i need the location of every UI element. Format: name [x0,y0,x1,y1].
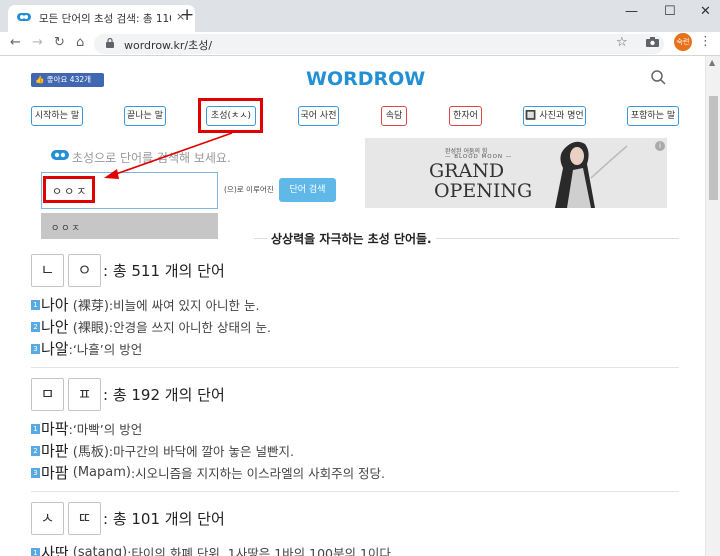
entry-definition: :‘마빡’의 방언 [68,422,143,437]
nav-dictionary[interactable]: 국어 사전 [298,106,339,126]
search-hint: 초성으로 단어를 검색해 보세요. [72,151,231,165]
facebook-like-button[interactable]: 👍 좋아요 432개 [31,73,104,87]
ad-text-opening: OPENING [434,180,533,202]
browser-tab[interactable]: 모든 단어의 초성 검색: 총 110만 × [8,5,195,32]
nav-photo-quotes[interactable]: 🔲 사진과 명언 [523,106,586,126]
address-bar[interactable]: wordrow.kr/초성/ ☆ [94,34,664,54]
back-icon[interactable]: ← [10,35,21,51]
entry-definition: :타이의 화폐 단위. 1사땅은 1바의 100분의 1이다. [127,546,395,556]
nav-highlight-box [198,98,263,133]
scrollbar-thumb[interactable] [709,96,718,200]
section-title: 상상력을 자극하는 초성 단어들. [267,230,436,247]
list-item[interactable]: 1 나아 (裸芽):비늘에 싸여 있지 아니한 눈. [31,294,259,315]
ad-text-grand: GRAND [429,160,505,182]
wordrow-logo[interactable]: WORDROW [306,67,425,91]
suggestion-text: ㅇㅇㅈ [51,224,82,234]
camera-icon[interactable] [646,37,659,47]
menu-kebab-icon[interactable]: ⋮ [699,34,712,49]
reload-icon[interactable]: ↻ [54,35,65,51]
nav-starts-with[interactable]: 시작하는 말 [31,106,83,126]
bookmark-star-icon[interactable]: ☆ [616,35,628,50]
entry-word: 마판 [41,442,69,460]
tab-title: 모든 단어의 초성 검색: 총 110만 [39,13,171,25]
item-number: 3 [31,343,40,354]
entry-origin: (馬板) [68,445,109,460]
entry-definition: :안경을 쓰지 아니한 상태의 눈. [108,320,271,335]
browser-tabbar: 모든 단어의 초성 검색: 총 110만 × + — ☐ ✕ [0,0,720,32]
word-count: : 총 511 개의 단어 [103,262,225,280]
list-item[interactable]: 1 마팍:‘마빡’의 방언 [31,418,142,439]
search-icon[interactable] [651,70,666,85]
entry-word: 사딴 [41,544,69,556]
page-content: 👍 좋아요 432개 WORDROW 시작하는 말 끝나는 말 초성(ㅊㅅ) 국… [0,56,705,556]
scroll-up-icon[interactable]: ▲ [709,58,715,67]
nav-hanja[interactable]: 한자어 [449,106,482,126]
chosung-key[interactable]: ㅇ [68,254,101,287]
chosung-key[interactable]: ㅁ [31,378,64,411]
chosung-key[interactable]: ㅅ [31,502,64,535]
lock-icon [106,38,114,48]
speech-bubble-icon [51,150,69,160]
url-text: wordrow.kr/초성/ [124,39,213,52]
group-divider [31,367,679,368]
logo-text: WORDROW [306,68,426,90]
chosung-key[interactable]: ㅍ [68,378,101,411]
close-window-icon[interactable]: ✕ [700,4,711,19]
minimize-icon[interactable]: — [625,4,638,19]
item-number: 1 [31,299,40,310]
entry-word: 나아 [41,296,69,314]
entry-word: 마팍 [41,420,69,438]
forward-icon[interactable]: → [32,35,43,51]
list-item[interactable]: 3 나알:‘나흘’의 방언 [31,338,142,359]
entry-origin: (satang) [68,545,128,556]
profile-avatar[interactable]: 숙련 [674,33,692,51]
entry-definition: :‘나흘’의 방언 [68,342,143,357]
word-search-button[interactable]: 단어 검색 [279,178,336,202]
list-item[interactable]: 2 나안 (裸眼):안경을 쓰지 아니한 상태의 눈. [31,316,271,337]
word-count: : 총 101 개의 단어 [103,510,225,528]
item-number: 1 [31,423,40,434]
group-divider [31,491,679,492]
nav-ends-with[interactable]: 끝나는 말 [124,106,166,126]
new-tab-icon[interactable]: + [180,7,194,24]
autocomplete-suggestion[interactable]: ㅇㅇㅈ [41,213,218,239]
entry-origin: (Mapam) [68,465,131,480]
item-number: 2 [31,445,40,456]
entry-word: 나알 [41,340,69,358]
entry-word: 마팜 [41,464,69,482]
item-number: 1 [31,547,40,556]
item-number: 3 [31,467,40,478]
wordrow-favicon-icon [17,13,31,21]
entry-definition: :마구간의 바닥에 깔아 놓은 널빤지. [108,444,294,459]
list-item[interactable]: 3 마팜 (Mapam):시오니즘을 지지하는 이스라엘의 사회주의 정당. [31,462,385,483]
entry-origin: (裸眼) [68,321,109,336]
item-number: 2 [31,321,40,332]
list-item[interactable]: 2 마판 (馬板):마구간의 바닥에 깔아 놓은 널빤지. [31,440,294,461]
home-icon[interactable]: ⌂ [76,35,84,51]
maximize-icon[interactable]: ☐ [664,4,676,19]
chosung-key[interactable]: ㄸ [68,502,101,535]
ad-banner[interactable]: 완성된 어둠의 힘 — BLOOD MOON — GRAND OPENING i [365,138,667,208]
chosung-key[interactable]: ㄴ [31,254,64,287]
input-highlight-box [43,176,95,203]
entry-definition: :비늘에 싸여 있지 아니한 눈. [108,298,260,313]
nav-contains[interactable]: 포함하는 말 [627,106,679,126]
browser-toolbar: ← → ↻ ⌂ wordrow.kr/초성/ ☆ 숙련 ⋮ [0,32,720,56]
search-suffix-label: (으)로 이루어진 [224,185,274,194]
nav-proverbs[interactable]: 속담 [381,106,407,126]
list-item[interactable]: 1 사딴 (satang):타이의 화폐 단위. 1사땅은 1바의 100분의 1… [31,542,395,556]
ad-info-icon[interactable]: i [655,141,665,151]
ad-character-image [555,141,628,208]
page-scrollbar[interactable]: ▲ [705,56,720,556]
word-count: : 총 192 개의 단어 [103,386,225,404]
entry-origin: (裸芽) [68,299,109,314]
entry-word: 나안 [41,318,69,336]
entry-definition: :시오니즘을 지지하는 이스라엘의 사회주의 정당. [130,466,386,481]
